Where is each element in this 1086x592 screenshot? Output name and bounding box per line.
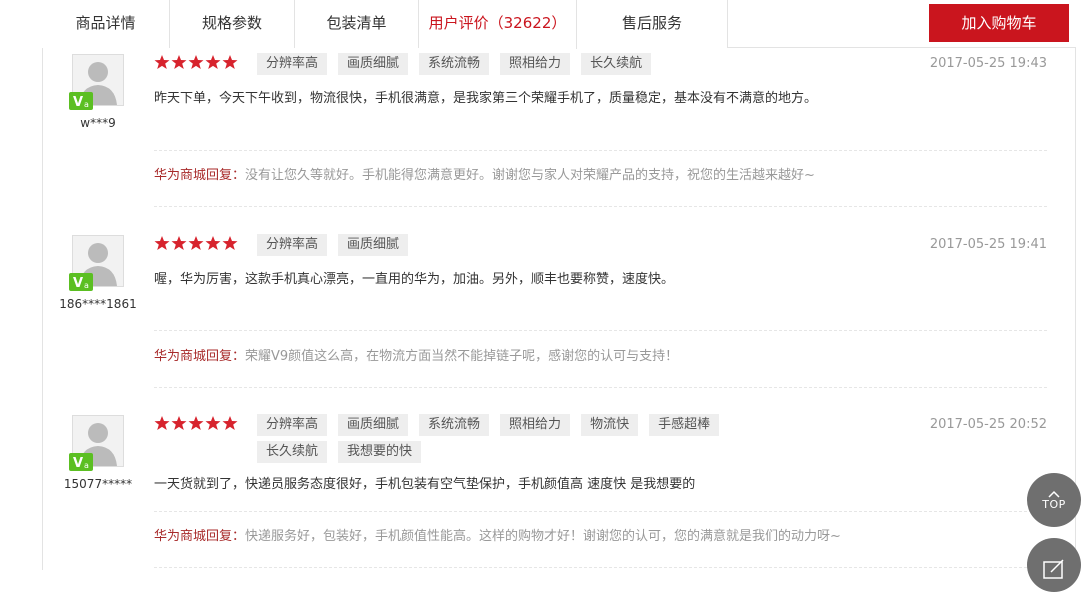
review-tag: 手感超棒 <box>649 414 720 436</box>
review-tags: 分辨率高 画质细腻 <box>257 233 737 260</box>
official-reply: 华为商城回复：荣耀V9颜值这么高，在物流方面当然不能掉链子呢，感谢您的认可与支持… <box>154 345 678 364</box>
review-tag: 分辨率高 <box>257 414 328 436</box>
star-icon <box>205 416 221 430</box>
star-rating <box>154 235 239 253</box>
tab-package-list[interactable]: 包装清单 <box>295 0 419 48</box>
review-tag: 我想要的快 <box>338 441 422 463</box>
review-tag: 分辨率高 <box>257 53 328 75</box>
star-icon <box>171 55 187 69</box>
review-tag: 画质细腻 <box>338 234 409 256</box>
star-icon <box>188 236 204 250</box>
product-tabs: 商品详情 规格参数 包装清单 用户评价（32622） 售后服务 <box>42 0 1076 49</box>
review-tag: 照相给力 <box>500 53 571 75</box>
tab-user-reviews[interactable]: 用户评价（32622） <box>419 0 577 49</box>
star-icon <box>205 55 221 69</box>
review-date: 2017-05-25 20:52 <box>929 417 1047 432</box>
edit-icon <box>1043 559 1064 579</box>
official-reply: 华为商城回复：快递服务好，包装好，手机颜值性能高。这样的购物才好！谢谢您的认可，… <box>154 525 841 544</box>
star-icon <box>188 55 204 69</box>
star-icon <box>222 55 238 69</box>
review-tag: 分辨率高 <box>257 234 328 256</box>
star-rating <box>154 415 239 433</box>
vip-badge-icon: Va <box>69 453 93 471</box>
reply-text: 快递服务好，包装好，手机颜值性能高。这样的购物才好！谢谢您的认可，您的满意就是我… <box>245 529 841 544</box>
reply-label: 华为商城回复： <box>154 168 246 183</box>
divider <box>154 387 1047 388</box>
star-icon <box>205 236 221 250</box>
star-icon <box>171 236 187 250</box>
review-tags: 分辨率高 画质细腻 系统流畅 照相给力 长久续航 <box>257 52 737 79</box>
review-content: 昨天下单，今天下午收到，物流很快，手机很满意，是我家第三个荣耀手机了，质量稳定，… <box>154 91 818 106</box>
svg-text:V: V <box>73 456 83 471</box>
divider <box>154 511 1047 512</box>
divider <box>154 567 1047 568</box>
review-item: Va 15077***** 分辨率高 画质细腻 系统流畅 照相给力 物流快 手感超棒长久续… <box>42 413 1076 570</box>
username: w***9 <box>80 116 116 130</box>
reply-text: 荣耀V9颜值这么高，在物流方面当然不能掉链子呢，感谢您的认可与支持！ <box>245 349 679 364</box>
review-tag: 画质细腻 <box>338 414 409 436</box>
write-review-button[interactable] <box>1027 538 1081 592</box>
star-icon <box>171 416 187 430</box>
review-item: Va 186****1861 分辨率高 画质细腻 2017-05-25 19:41… <box>42 233 1076 390</box>
star-icon <box>222 416 238 430</box>
star-rating <box>154 54 239 72</box>
review-date: 2017-05-25 19:41 <box>929 237 1047 252</box>
username: 186****1861 <box>59 297 137 311</box>
divider <box>154 206 1047 207</box>
svg-text:V: V <box>73 276 83 291</box>
back-to-top-label: TOP <box>1042 498 1066 511</box>
review-date: 2017-05-25 19:43 <box>929 56 1047 71</box>
vip-badge-icon: Va <box>69 273 93 291</box>
star-icon <box>154 416 170 430</box>
back-to-top-button[interactable]: TOP <box>1027 473 1081 527</box>
star-icon <box>154 55 170 69</box>
star-icon <box>222 236 238 250</box>
review-tag: 系统流畅 <box>419 53 490 75</box>
reply-label: 华为商城回复： <box>154 529 246 544</box>
tab-after-sales[interactable]: 售后服务 <box>577 0 728 48</box>
tab-specifications[interactable]: 规格参数 <box>170 0 295 48</box>
review-tag: 画质细腻 <box>338 53 409 75</box>
svg-text:a: a <box>84 281 89 290</box>
tab-product-details[interactable]: 商品详情 <box>42 0 170 48</box>
reply-text: 没有让您久等就好。手机能得您满意更好。谢谢您与家人对荣耀产品的支持，祝您的生活越… <box>245 168 815 183</box>
divider <box>154 150 1047 151</box>
svg-text:a: a <box>84 100 89 109</box>
reply-label: 华为商城回复： <box>154 349 246 364</box>
review-item: Va w***9 分辨率高 画质细腻 系统流畅 照相给力 长久续航 2017-05-25… <box>42 52 1076 209</box>
vip-badge-icon: Va <box>69 92 93 110</box>
review-tag: 长久续航 <box>257 441 328 463</box>
review-tag: 长久续航 <box>581 53 652 75</box>
review-tag: 系统流畅 <box>419 414 490 436</box>
star-icon <box>188 416 204 430</box>
divider <box>154 330 1047 331</box>
official-reply: 华为商城回复：没有让您久等就好。手机能得您满意更好。谢谢您与家人对荣耀产品的支持… <box>154 164 815 183</box>
username: 15077***** <box>63 477 133 491</box>
review-tags: 分辨率高 画质细腻 系统流畅 照相给力 物流快 手感超棒长久续航 我想要的快 <box>257 413 737 467</box>
review-content: 喔，华为厉害，这款手机真心漂亮，一直用的华为，加油。另外，顺丰也要称赞，速度快。 <box>154 272 675 287</box>
svg-text:V: V <box>73 95 83 110</box>
add-to-cart-button[interactable]: 加入购物车 <box>929 4 1069 42</box>
star-icon <box>154 236 170 250</box>
review-content: 一天货就到了，快递员服务态度很好，手机包装有空气垫保护，手机颜值高 速度快 是我… <box>154 477 696 492</box>
review-tag: 物流快 <box>581 414 639 436</box>
review-tag: 照相给力 <box>500 414 571 436</box>
svg-text:a: a <box>84 461 89 470</box>
